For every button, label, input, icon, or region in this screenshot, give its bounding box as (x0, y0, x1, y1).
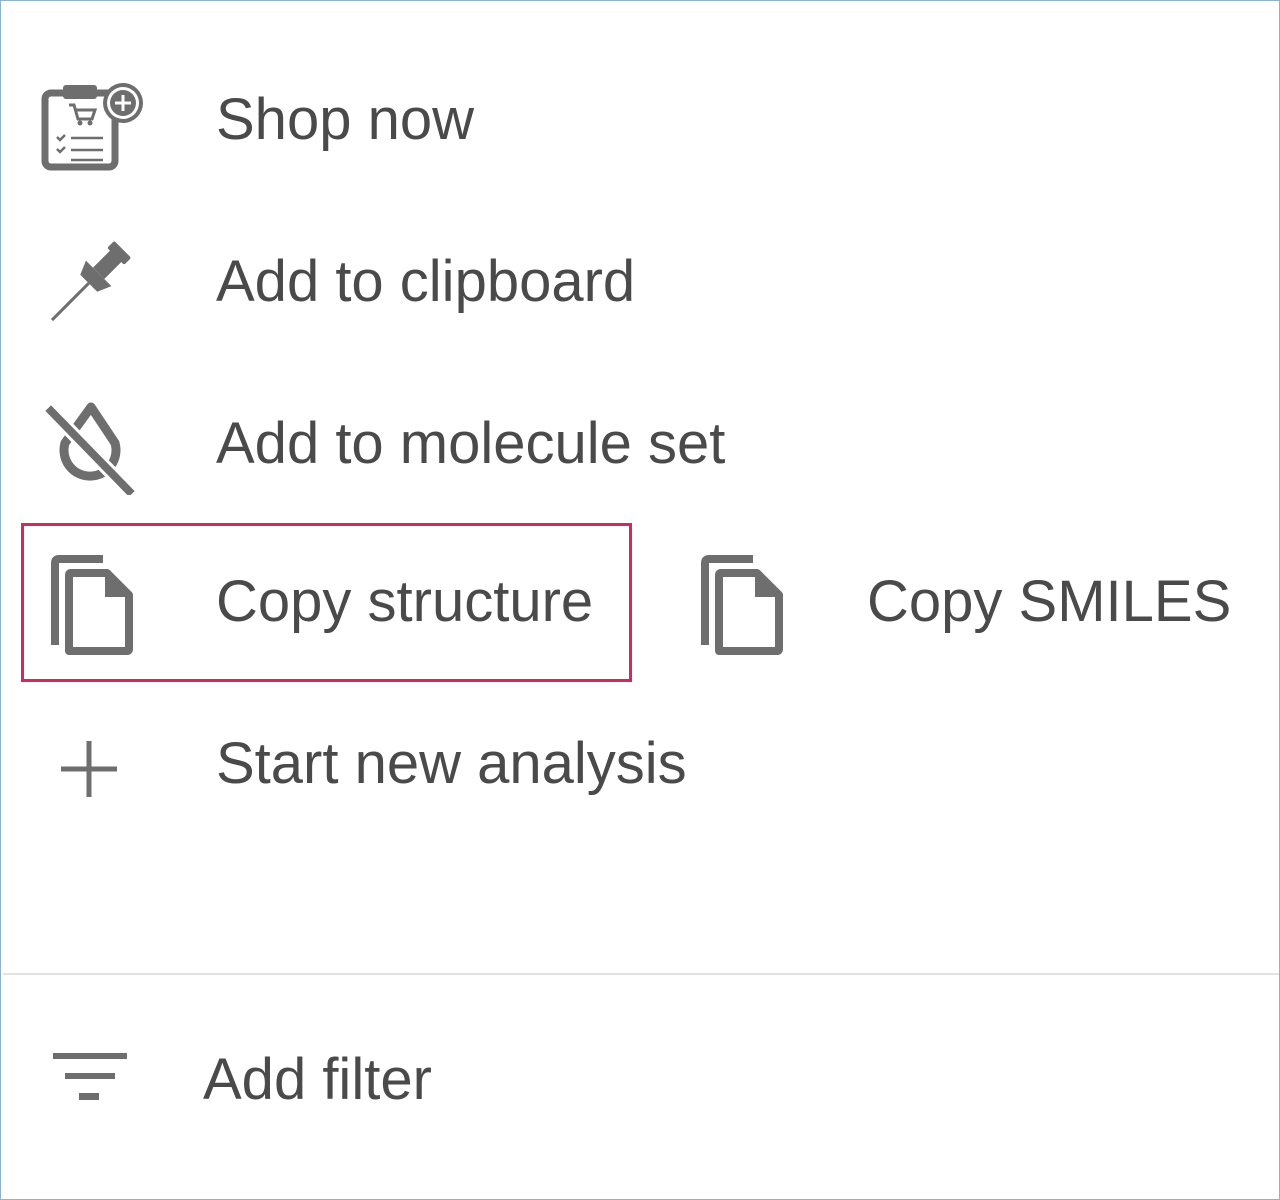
menu-item-shop-now[interactable]: Shop now (1, 71, 1279, 171)
menu-item-label: Add filter (203, 1047, 432, 1112)
pushpin-icon (50, 241, 131, 322)
menu-item-label: Copy SMILES (867, 569, 1232, 634)
menu-item-add-to-clipboard[interactable]: Add to clipboard (1, 233, 1279, 333)
menu-item-start-new-analysis[interactable]: Start new analysis (1, 715, 1279, 815)
molecule-set-off-icon (45, 402, 135, 495)
menu-item-add-to-molecule-set[interactable]: Add to molecule set (1, 395, 1279, 495)
menu-item-label: Start new analysis (216, 731, 687, 796)
menu-item-label: Copy structure (216, 569, 594, 634)
filter-icon (53, 1053, 127, 1100)
menu-item-add-filter[interactable]: Add filter (1, 1031, 1279, 1131)
context-menu: Shop now Add to clipboard Add to molecul… (0, 0, 1280, 1200)
copy-icon (51, 555, 133, 655)
menu-item-label: Add to molecule set (216, 411, 726, 476)
menu-item-label: Shop now (216, 87, 474, 152)
menu-item-label: Add to clipboard (216, 249, 636, 314)
menu-item-copy-structure[interactable]: Copy structure (23, 525, 629, 679)
plus-icon (61, 741, 117, 797)
menu-item-copy-smiles[interactable]: Copy SMILES (651, 525, 1271, 679)
menu-divider (3, 973, 1279, 975)
shopping-list-add-icon (41, 83, 143, 171)
copy-icon (701, 555, 783, 655)
